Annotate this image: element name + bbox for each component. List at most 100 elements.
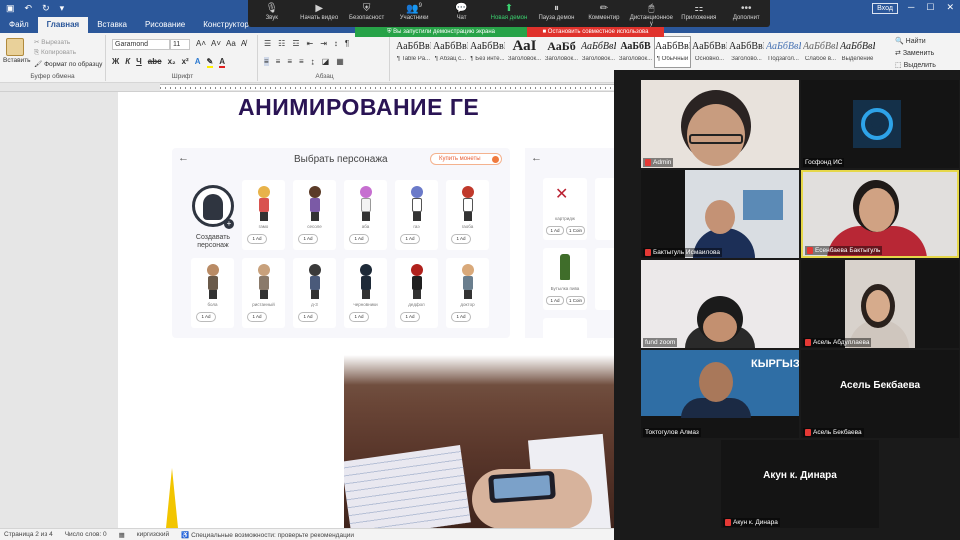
annotate-button[interactable]: ✏Комментир — [580, 0, 627, 27]
style-name: Заголовок... — [618, 56, 653, 62]
style-item[interactable]: АаБбВвГЗаголовок... — [580, 36, 617, 68]
style-item[interactable]: АаБбВвГЗаголово... — [728, 36, 765, 68]
format-painter-button[interactable]: 🖌 Формат по образцу — [34, 60, 102, 68]
participant-tile[interactable]: Асель Абдуллаева — [801, 260, 959, 348]
participant-tile[interactable]: Госфонд ИС — [801, 80, 959, 168]
undo-icon[interactable]: ↶ — [25, 3, 33, 14]
grow-font-icon[interactable]: A˄ — [196, 39, 206, 48]
tab-draw[interactable]: Рисование — [136, 17, 194, 33]
security-button[interactable]: ⛨Безопасност — [343, 0, 390, 27]
back-arrow-icon: ← — [178, 152, 189, 164]
pilcrow-icon[interactable]: ¶ — [345, 39, 349, 48]
superscript-icon[interactable]: x² — [182, 57, 189, 68]
shrink-font-icon[interactable]: A˅ — [211, 39, 221, 48]
apps-icon: ⚏ — [675, 3, 722, 15]
more-button[interactable]: •••Дополнит — [723, 0, 770, 27]
audio-button[interactable]: 🎙Звук — [248, 0, 295, 27]
style-item[interactable]: АаІЗаголовок... — [506, 36, 543, 68]
page-count[interactable]: Страница 2 из 4 — [4, 531, 53, 540]
line-spacing-icon[interactable]: ↨ — [311, 57, 315, 66]
shading-icon[interactable]: ◪ — [322, 57, 330, 66]
style-item[interactable]: АаБбВвГОсновно... — [691, 36, 728, 68]
clipboard-group-label: Буфер обмена — [0, 73, 105, 80]
mic-off-icon — [645, 159, 651, 166]
redo-icon[interactable]: ↻ — [42, 3, 50, 14]
align-left-icon[interactable]: ≡ — [264, 57, 269, 66]
character-card: д-3 1 Ad — [293, 258, 336, 328]
increase-indent-icon[interactable]: ⇥ — [320, 39, 327, 48]
tab-file[interactable]: Файл — [0, 17, 38, 33]
language[interactable]: киргизский — [137, 531, 169, 540]
font-size-select[interactable]: 11 — [170, 39, 190, 50]
maximize-icon[interactable]: ☐ — [926, 2, 934, 13]
highlight-icon[interactable]: ✎ — [207, 57, 214, 68]
participant-tile-active-speaker[interactable]: Есенбаева Бактыгуль — [801, 170, 959, 258]
participant-tile[interactable]: Асель Бекбаева Асель Бекбаева — [801, 350, 959, 438]
subscript-icon[interactable]: x₂ — [168, 57, 176, 68]
style-item[interactable]: АаБбВвГПодзагол... — [765, 36, 802, 68]
decrease-indent-icon[interactable]: ⇤ — [307, 39, 314, 48]
customize-icon[interactable]: ▾ — [60, 3, 65, 14]
character-legs — [209, 290, 217, 299]
style-item[interactable]: АаБбВЗаголовок... — [617, 36, 654, 68]
copy-button[interactable]: ⎘ Копировать — [34, 49, 76, 57]
style-item[interactable]: АаБбВвГ¶ Абзац с... — [432, 36, 469, 68]
paste-icon[interactable] — [6, 38, 24, 56]
participant-name-text: Асель Абдуллаева — [813, 339, 869, 346]
participant-tile[interactable]: Акун к. Динара Акун к. Динара — [721, 440, 879, 528]
chat-button[interactable]: 💬Чат — [438, 0, 485, 27]
pause-share-button[interactable]: ⏸Пауза демон — [533, 0, 580, 27]
bullets-icon[interactable]: ☰ — [264, 39, 271, 48]
save-icon[interactable]: ▣ — [6, 3, 15, 14]
character-figure — [359, 186, 373, 220]
participant-tile[interactable]: Admin — [641, 80, 799, 168]
remote-control-button[interactable]: 🖱Дистанционное у — [628, 0, 675, 27]
justify-icon[interactable]: ≡ — [299, 57, 304, 66]
find-button[interactable]: 🔍 Найти — [895, 36, 936, 48]
apps-button[interactable]: ⚏Приложения — [675, 0, 722, 27]
text-effects-icon[interactable]: A — [195, 57, 201, 68]
horizontal-ruler[interactable] — [160, 84, 614, 90]
minimize-icon[interactable]: ─ — [908, 2, 914, 13]
italic-icon[interactable]: К — [125, 57, 130, 68]
tab-insert[interactable]: Вставка — [88, 17, 136, 33]
multilevel-icon[interactable]: ☲ — [292, 39, 299, 48]
align-center-icon[interactable]: ≡ — [276, 57, 281, 66]
props-picker-image: ← ✕ картридж 1 Ad 1 Coin Бутылка пива 1 … — [525, 148, 614, 338]
change-case-icon[interactable]: Aa — [226, 39, 236, 48]
align-right-icon[interactable]: ≡ — [287, 57, 292, 66]
numbering-icon[interactable]: ☷ — [278, 39, 285, 48]
word-count[interactable]: Число слов: 0 — [65, 531, 107, 540]
borders-icon[interactable]: ▦ — [336, 57, 344, 66]
new-share-button[interactable]: ⬆Новая демон — [485, 0, 532, 27]
replace-button[interactable]: ⇄ Заменить — [895, 48, 936, 60]
clear-format-icon[interactable]: A̸ — [241, 39, 246, 48]
font-name-select[interactable]: Garamond — [112, 39, 170, 50]
underline-icon[interactable]: Ч — [136, 57, 142, 68]
style-item[interactable]: АаБбВвГ¶ Без инте... — [469, 36, 506, 68]
sort-icon[interactable]: ↕ — [334, 39, 338, 48]
stop-share-button[interactable]: ■ Остановить совместное использова — [527, 27, 664, 37]
style-item-selected[interactable]: АаБбВвГ¶ Обычный — [654, 36, 691, 68]
tab-home[interactable]: Главная — [38, 17, 89, 33]
close-icon[interactable]: ✕ — [946, 2, 954, 13]
accessibility-status[interactable]: ♿ Специальные возможности: проверьте рек… — [181, 531, 354, 540]
style-item[interactable]: АаБбВвГСлабое в... — [802, 36, 839, 68]
font-color-icon[interactable]: A — [219, 57, 225, 68]
bold-icon[interactable]: Ж — [112, 57, 119, 68]
style-item[interactable]: АаБбВвГ¶ Table Pa... — [395, 36, 432, 68]
character-body — [412, 276, 422, 290]
signin-button[interactable]: Вход — [872, 3, 898, 14]
participant-tile[interactable]: Бактыгуль Исмаилова — [641, 170, 799, 258]
strike-icon[interactable]: abc — [148, 57, 162, 68]
participant-tile[interactable]: КЫРГЫЗ Токтогулов Алмаз — [641, 350, 799, 438]
proofing-icon[interactable]: ▦ — [119, 531, 125, 540]
paste-button[interactable]: Вставить — [3, 57, 31, 64]
style-item[interactable]: АаБбВвГВыделение — [839, 36, 876, 68]
participant-tile[interactable]: fund zoom — [641, 260, 799, 348]
style-item[interactable]: АаБбЗаголовок... — [543, 36, 580, 68]
cut-button[interactable]: ✂ Вырезать — [34, 38, 70, 46]
participants-button[interactable]: 👥9Участники — [390, 0, 437, 27]
character-legs — [362, 212, 370, 221]
video-button[interactable]: ▶Начать видео — [295, 0, 342, 27]
